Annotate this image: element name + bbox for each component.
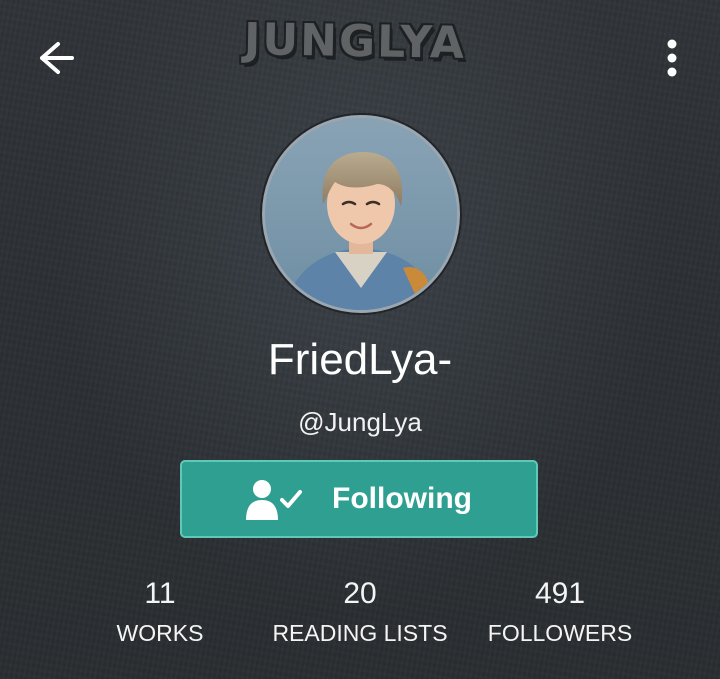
stat-reading-lists-value: 20 bbox=[343, 577, 377, 610]
stat-followers-label: FOLLOWERS bbox=[487, 620, 633, 646]
stat-works[interactable]: 11 WORKS bbox=[60, 574, 260, 650]
stat-works-label: WORKS bbox=[116, 620, 204, 646]
profile-screen: JUNGLYA FriedLya- @JungLya Following 11 … bbox=[0, 0, 720, 679]
arrow-left-icon bbox=[28, 34, 84, 82]
display-name: FriedLya- bbox=[267, 335, 453, 384]
watermark-text: JUNGLYA bbox=[243, 14, 467, 69]
top-bar: JUNGLYA bbox=[0, 0, 720, 112]
user-check-icon bbox=[244, 478, 304, 522]
stat-reading-lists[interactable]: 20 READING LISTS bbox=[260, 574, 460, 650]
more-vertical-icon bbox=[648, 30, 696, 86]
back-button[interactable] bbox=[28, 34, 84, 82]
stat-works-value: 11 bbox=[144, 577, 176, 610]
stat-reading-lists-label: READING LISTS bbox=[272, 620, 448, 646]
more-options-button[interactable] bbox=[648, 30, 696, 86]
following-button[interactable]: Following bbox=[180, 460, 538, 538]
stat-followers[interactable]: 491 FOLLOWERS bbox=[460, 574, 660, 650]
avatar[interactable] bbox=[262, 115, 460, 313]
username: @JungLya bbox=[298, 407, 422, 437]
stat-followers-value: 491 bbox=[534, 577, 586, 610]
following-button-label: Following bbox=[332, 482, 472, 515]
